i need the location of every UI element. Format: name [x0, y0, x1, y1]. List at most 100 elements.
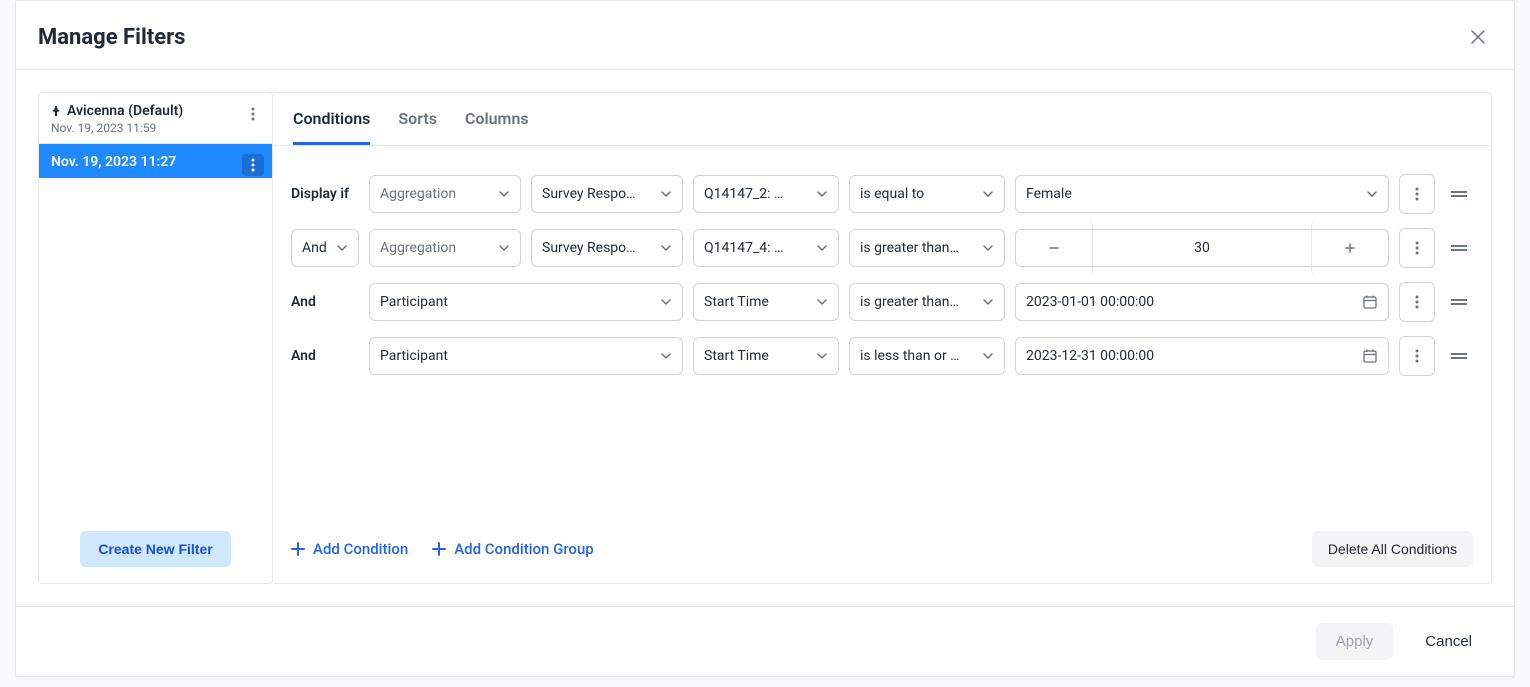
condition-prefix-label: And: [291, 348, 359, 364]
dialog-header: Manage Filters: [16, 1, 1514, 69]
condition-select[interactable]: Female: [1015, 175, 1389, 213]
row-menu-button[interactable]: [1399, 282, 1435, 322]
logic-operator-value: And: [302, 240, 330, 256]
tab-columns[interactable]: Columns: [465, 93, 529, 145]
filters-sidebar: Avicenna (Default) Nov. 19, 2023 11:59 Nov…: [38, 92, 273, 584]
sidebar-filter-item[interactable]: Avicenna (Default) Nov. 19, 2023 11:59: [39, 93, 272, 144]
select-value: Q14147_4: …: [704, 240, 810, 256]
chevron-down-icon: [660, 296, 672, 308]
row-menu-button[interactable]: [1399, 336, 1435, 376]
chevron-down-icon: [1366, 188, 1378, 200]
minus-icon: [1048, 242, 1060, 254]
logic-operator-select[interactable]: And: [291, 229, 359, 267]
add-condition-label: Add Condition: [313, 540, 408, 558]
tab-conditions[interactable]: Conditions: [293, 93, 370, 145]
condition-select[interactable]: Q14147_4: …: [693, 229, 839, 267]
row-drag-handle[interactable]: [1445, 175, 1473, 213]
chevron-down-icon: [498, 242, 510, 254]
sidebar-footer: Create New Filter: [39, 515, 272, 583]
condition-select[interactable]: is greater than…: [849, 283, 1005, 321]
select-value: Q14147_2: …: [704, 186, 810, 202]
row-menu-button[interactable]: [1399, 174, 1435, 214]
row-drag-handle[interactable]: [1445, 283, 1473, 321]
select-value: Participant: [380, 294, 654, 310]
select-value: Aggregation: [380, 186, 492, 202]
condition-row: Display ifAggregationSurvey Respo…Q14147…: [291, 174, 1473, 214]
row-drag-handle[interactable]: [1445, 229, 1473, 267]
filter-timestamp: Nov. 19, 2023 11:59: [51, 121, 260, 135]
number-value: 30: [1101, 240, 1303, 256]
row-drag-handle[interactable]: [1445, 337, 1473, 375]
create-new-filter-button[interactable]: Create New Filter: [80, 531, 230, 567]
kebab-icon: [1415, 241, 1419, 255]
condition-select[interactable]: Aggregation: [369, 229, 521, 267]
condition-select[interactable]: Q14147_2: …: [693, 175, 839, 213]
condition-row: And Participant Start Time is greater than……: [291, 282, 1473, 322]
condition-select[interactable]: Survey Respo…: [531, 229, 683, 267]
kebab-icon: [1415, 349, 1419, 363]
date-input[interactable]: 2023-01-01 00:00:00: [1015, 283, 1389, 321]
condition-prefix-label: And: [291, 294, 359, 310]
condition-select[interactable]: is greater than…: [849, 229, 1005, 267]
chevron-down-icon: [982, 242, 994, 254]
chevron-down-icon: [982, 350, 994, 362]
add-condition-group-label: Add Condition Group: [454, 540, 594, 558]
filter-item-menu-button[interactable]: [242, 154, 264, 176]
pin-icon: [51, 106, 61, 116]
number-decrement-button[interactable]: [1016, 220, 1093, 276]
conditions-panel: Display ifAggregationSurvey Respo…Q14147…: [273, 146, 1491, 515]
chevron-down-icon: [660, 188, 672, 200]
number-input[interactable]: 30: [1015, 229, 1389, 267]
date-input[interactable]: 2023-12-31 00:00:00: [1015, 337, 1389, 375]
condition-select[interactable]: Participant: [369, 283, 683, 321]
apply-button[interactable]: Apply: [1316, 623, 1394, 660]
condition-select[interactable]: Survey Respo…: [531, 175, 683, 213]
filter-item-menu-button[interactable]: [242, 103, 264, 125]
filter-name: Nov. 19, 2023 11:27: [51, 154, 176, 170]
drag-handle-icon: [1451, 243, 1467, 253]
tab-sorts[interactable]: Sorts: [398, 93, 437, 145]
condition-select[interactable]: Participant: [369, 337, 683, 375]
condition-select[interactable]: is equal to: [849, 175, 1005, 213]
manage-filters-dialog: Manage Filters Avicenna (Default) Nov. 19…: [15, 0, 1515, 677]
drag-handle-icon: [1451, 189, 1467, 199]
kebab-icon: [1415, 187, 1419, 201]
calendar-icon: [1362, 294, 1378, 310]
chevron-down-icon: [982, 188, 994, 200]
select-value: is equal to: [860, 186, 976, 202]
select-value: Female: [1026, 186, 1360, 202]
select-value: Survey Respo…: [542, 240, 654, 256]
condition-select[interactable]: Aggregation: [369, 175, 521, 213]
chevron-down-icon: [816, 296, 828, 308]
chevron-down-icon: [816, 242, 828, 254]
calendar-icon: [1362, 348, 1378, 364]
filter-name: Avicenna (Default): [67, 103, 183, 119]
add-condition-group-button[interactable]: Add Condition Group: [432, 540, 594, 558]
chevron-down-icon: [336, 242, 348, 254]
chevron-down-icon: [816, 188, 828, 200]
dialog-body: Avicenna (Default) Nov. 19, 2023 11:59 Nov…: [16, 70, 1514, 606]
chevron-down-icon: [498, 188, 510, 200]
select-value: Start Time: [704, 348, 810, 364]
kebab-icon: [251, 158, 255, 172]
add-condition-button[interactable]: Add Condition: [291, 540, 408, 558]
main-panel: ConditionsSortsColumns Display ifAggrega…: [273, 92, 1492, 584]
conditions-footer: Add Condition Add Condition Group Delete…: [273, 515, 1491, 583]
plus-icon: [432, 542, 446, 556]
condition-select[interactable]: Start Time: [693, 337, 839, 375]
cancel-button[interactable]: Cancel: [1405, 623, 1492, 660]
select-value: Participant: [380, 348, 654, 364]
condition-select[interactable]: is less than or …: [849, 337, 1005, 375]
select-value: is greater than…: [860, 240, 976, 256]
row-menu-button[interactable]: [1399, 228, 1435, 268]
date-value: 2023-12-31 00:00:00: [1026, 348, 1154, 364]
close-button[interactable]: [1464, 23, 1492, 51]
delete-all-conditions-button[interactable]: Delete All Conditions: [1312, 531, 1473, 567]
condition-select[interactable]: Start Time: [693, 283, 839, 321]
dialog-title: Manage Filters: [38, 25, 185, 50]
chevron-down-icon: [816, 350, 828, 362]
chevron-down-icon: [982, 296, 994, 308]
select-value: is less than or …: [860, 348, 976, 364]
sidebar-filter-item[interactable]: Nov. 19, 2023 11:27: [39, 144, 272, 178]
number-increment-button[interactable]: [1311, 220, 1388, 276]
